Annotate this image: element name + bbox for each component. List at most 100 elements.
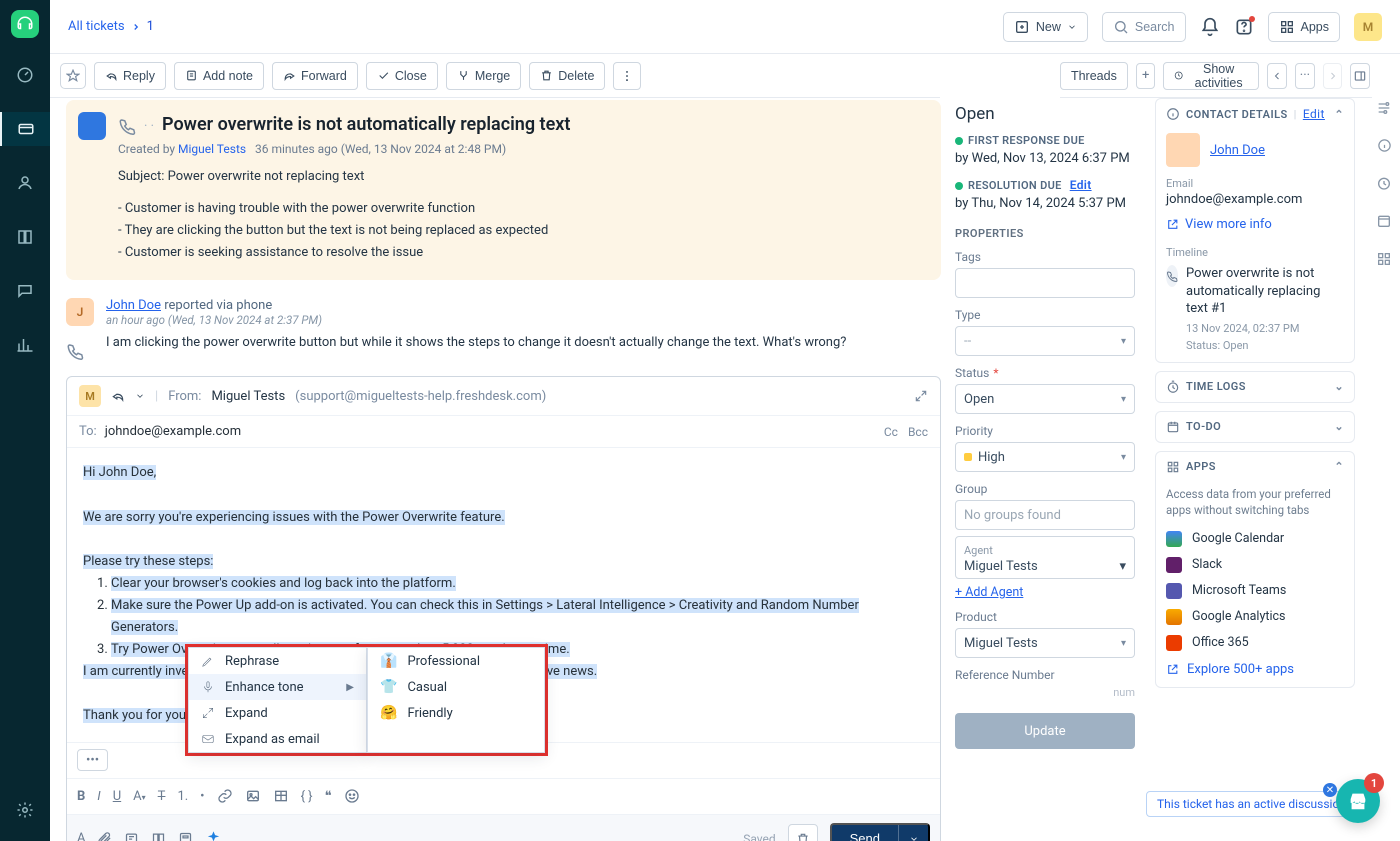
explore-apps-link[interactable]: Explore 500+ apps: [1166, 662, 1344, 677]
status-select[interactable]: Open▾: [955, 384, 1135, 414]
emoji-icon[interactable]: [344, 788, 360, 804]
ai-assist-icon[interactable]: [205, 830, 222, 841]
text-button[interactable]: A: [77, 831, 85, 841]
attachment-icon[interactable]: [97, 831, 112, 841]
agent-select[interactable]: Agent Miguel Tests▾: [955, 536, 1135, 579]
breadcrumb-root[interactable]: All tickets: [68, 19, 125, 34]
cc-toggle[interactable]: Cc: [884, 425, 898, 439]
ol-button[interactable]: 1.: [177, 789, 188, 804]
search-button[interactable]: Search: [1102, 12, 1186, 42]
more-button[interactable]: [613, 62, 641, 90]
rail-tickets[interactable]: [0, 112, 50, 146]
rail-reports[interactable]: [0, 328, 50, 362]
update-button[interactable]: Update: [955, 713, 1135, 749]
ctx-rephrase[interactable]: Rephrase: [189, 648, 366, 674]
brand-logo[interactable]: [11, 10, 39, 38]
table-icon[interactable]: [273, 788, 289, 804]
edit-resolution-due[interactable]: Edit: [1070, 178, 1092, 192]
tone-professional[interactable]: 👔Professional: [368, 648, 544, 674]
user-avatar[interactable]: M: [1354, 13, 1382, 41]
stopwatch-icon[interactable]: [1376, 175, 1392, 191]
bold-button[interactable]: B: [77, 789, 85, 804]
delete-button[interactable]: Delete: [529, 62, 605, 90]
add-agent-link[interactable]: + Add Agent: [955, 585, 1023, 600]
add-thread-button[interactable]: +: [1136, 63, 1156, 89]
rail-settings[interactable]: [0, 793, 50, 827]
apps-button[interactable]: Apps: [1268, 12, 1341, 42]
message-user-link[interactable]: John Doe: [106, 298, 161, 313]
kb-article-icon[interactable]: [151, 831, 166, 841]
tags-input[interactable]: [955, 268, 1135, 298]
help-button[interactable]: [1234, 17, 1254, 37]
app-item-ga[interactable]: Google Analytics: [1166, 604, 1344, 630]
prev-ticket-button[interactable]: [1267, 63, 1287, 89]
image-icon[interactable]: [245, 788, 261, 804]
ul-button[interactable]: •: [200, 789, 204, 804]
bcc-toggle[interactable]: Bcc: [908, 425, 928, 439]
ticket-more-button[interactable]: ···: [1295, 63, 1315, 89]
canned-response-icon[interactable]: [124, 831, 139, 841]
show-activities-button[interactable]: Show activities: [1163, 62, 1259, 90]
group-select[interactable]: No groups found: [955, 500, 1135, 530]
ctx-expand-email[interactable]: Expand as email: [189, 726, 366, 752]
calendar-icon[interactable]: [1376, 213, 1392, 229]
close-discussion-pill[interactable]: ✕: [1323, 783, 1337, 797]
view-more-link[interactable]: View more info: [1166, 217, 1344, 232]
rail-knowledge[interactable]: [0, 220, 50, 254]
compose-to-value[interactable]: johndoe@example.com: [105, 424, 241, 439]
ctx-expand[interactable]: Expand: [189, 700, 366, 726]
timeline-item-title[interactable]: Power overwrite is not automatically rep…: [1186, 265, 1344, 318]
collapse-quote-button[interactable]: •••: [77, 749, 108, 771]
next-ticket-button[interactable]: [1323, 63, 1343, 89]
send-button[interactable]: Send: [830, 823, 930, 841]
merge-button[interactable]: Merge: [446, 62, 521, 90]
expand-compose-button[interactable]: [914, 389, 928, 403]
template-icon[interactable]: [178, 831, 193, 841]
product-select[interactable]: Miguel Tests▾: [955, 628, 1135, 658]
sliders-icon[interactable]: [1376, 100, 1392, 116]
sidebar-toggle-button[interactable]: [1350, 63, 1370, 89]
italic-button[interactable]: I: [97, 789, 100, 804]
app-item-gcal[interactable]: Google Calendar: [1166, 526, 1344, 552]
collapse-contact-button[interactable]: ⌃: [1334, 108, 1344, 121]
reply-icon[interactable]: [111, 389, 125, 403]
discard-button[interactable]: [788, 824, 818, 841]
star-button[interactable]: [60, 63, 86, 89]
app-item-slack[interactable]: Slack: [1166, 552, 1344, 578]
quote-button[interactable]: ❝: [325, 789, 332, 804]
todo-card[interactable]: TO-DO⌄: [1155, 411, 1355, 443]
rail-social[interactable]: [0, 274, 50, 308]
reply-button[interactable]: Reply: [94, 62, 166, 90]
info-icon[interactable]: [1377, 138, 1392, 153]
notifications-bell[interactable]: [1200, 17, 1220, 37]
link-icon[interactable]: [217, 788, 233, 804]
font-color-button[interactable]: A▾: [133, 789, 146, 804]
ctx-enhance-tone[interactable]: Enhance tone▶: [189, 674, 366, 700]
contact-name-link[interactable]: John Doe: [1210, 143, 1265, 158]
app-item-teams[interactable]: Microsoft Teams: [1166, 578, 1344, 604]
new-button[interactable]: New: [1003, 12, 1088, 42]
chevron-down-icon[interactable]: [135, 391, 145, 401]
forward-button[interactable]: Forward: [272, 62, 358, 90]
threads-button[interactable]: Threads: [1060, 62, 1128, 90]
tone-casual[interactable]: 👕Casual: [368, 674, 544, 700]
clear-format-button[interactable]: T: [158, 789, 166, 804]
app-item-o365[interactable]: Office 365: [1166, 630, 1344, 656]
add-note-button[interactable]: Add note: [174, 62, 264, 90]
ticket-author-link[interactable]: Miguel Tests: [178, 142, 246, 156]
time-logs-card[interactable]: TIME LOGS⌄: [1155, 371, 1355, 403]
tone-friendly[interactable]: 🤗Friendly: [368, 700, 544, 726]
edit-contact-link[interactable]: Edit: [1303, 107, 1325, 121]
ticket-state[interactable]: Open: [955, 104, 1135, 124]
send-options-button[interactable]: [898, 825, 928, 841]
rail-contacts[interactable]: [0, 166, 50, 200]
type-select[interactable]: --▾: [955, 326, 1135, 356]
collapse-apps-button[interactable]: ⌃: [1334, 460, 1344, 473]
priority-select[interactable]: High▾: [955, 442, 1135, 472]
close-button[interactable]: Close: [366, 62, 438, 90]
grid-icon[interactable]: [1376, 251, 1392, 267]
underline-button[interactable]: U: [113, 789, 121, 804]
rail-dashboard[interactable]: [0, 58, 50, 92]
marketplace-fab[interactable]: 1: [1336, 779, 1380, 823]
code-button[interactable]: { }: [301, 789, 313, 804]
